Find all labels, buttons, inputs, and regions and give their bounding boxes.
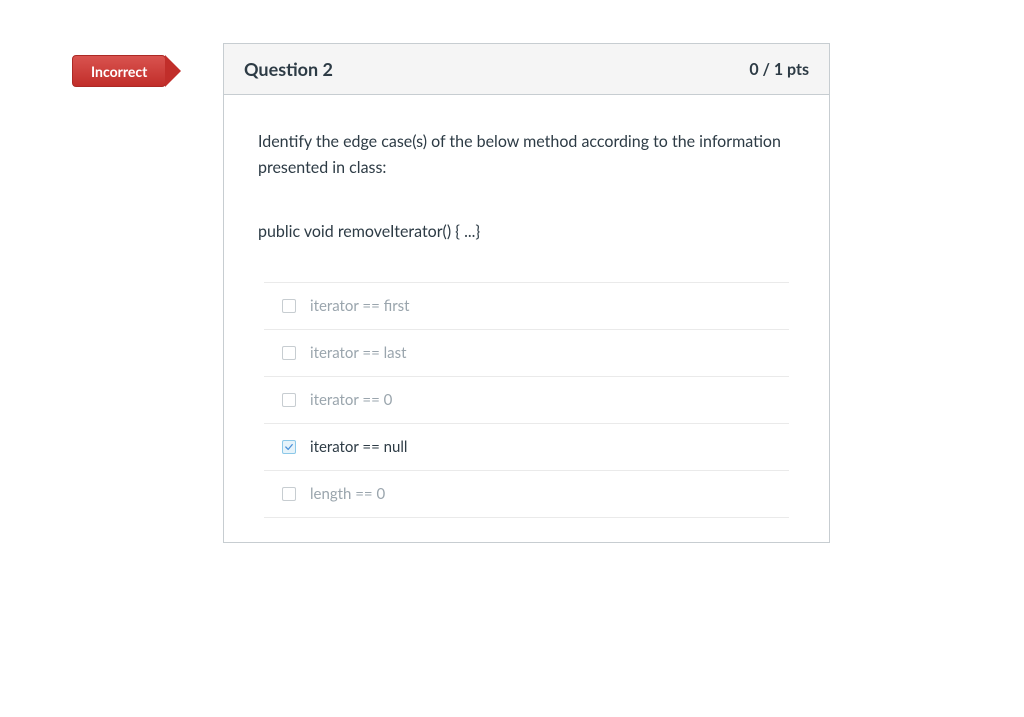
question-code: public void removeIterator() { ...} [258, 220, 795, 244]
checkbox-icon[interactable] [282, 487, 296, 501]
checkbox-icon[interactable] [282, 346, 296, 360]
question-points: 0 / 1 pts [749, 60, 809, 79]
answer-option[interactable]: length == 0 [264, 470, 789, 518]
question-container: Question 2 0 / 1 pts Identify the edge c… [223, 43, 830, 543]
checkbox-checked-icon[interactable] [282, 440, 296, 454]
answer-option[interactable]: iterator == first [264, 282, 789, 329]
answer-text: iterator == null [310, 438, 407, 456]
status-badge: Incorrect [72, 55, 166, 87]
answer-text: iterator == first [310, 297, 410, 315]
question-body: Identify the edge case(s) of the below m… [224, 95, 829, 542]
answer-option[interactable]: iterator == last [264, 329, 789, 376]
checkbox-icon[interactable] [282, 393, 296, 407]
answer-text: length == 0 [310, 485, 385, 503]
status-badge-label: Incorrect [91, 63, 147, 80]
answer-text: iterator == 0 [310, 391, 392, 409]
question-title: Question 2 [244, 58, 333, 80]
answer-text: iterator == last [310, 344, 407, 362]
answer-option[interactable]: iterator == null [264, 423, 789, 470]
answer-option[interactable]: iterator == 0 [264, 376, 789, 423]
answer-list: iterator == first iterator == last iterato… [258, 282, 795, 518]
question-card: Question 2 0 / 1 pts Identify the edge c… [223, 43, 830, 543]
question-header: Question 2 0 / 1 pts [224, 44, 829, 95]
question-prompt: Identify the edge case(s) of the below m… [258, 129, 795, 180]
checkbox-icon[interactable] [282, 299, 296, 313]
